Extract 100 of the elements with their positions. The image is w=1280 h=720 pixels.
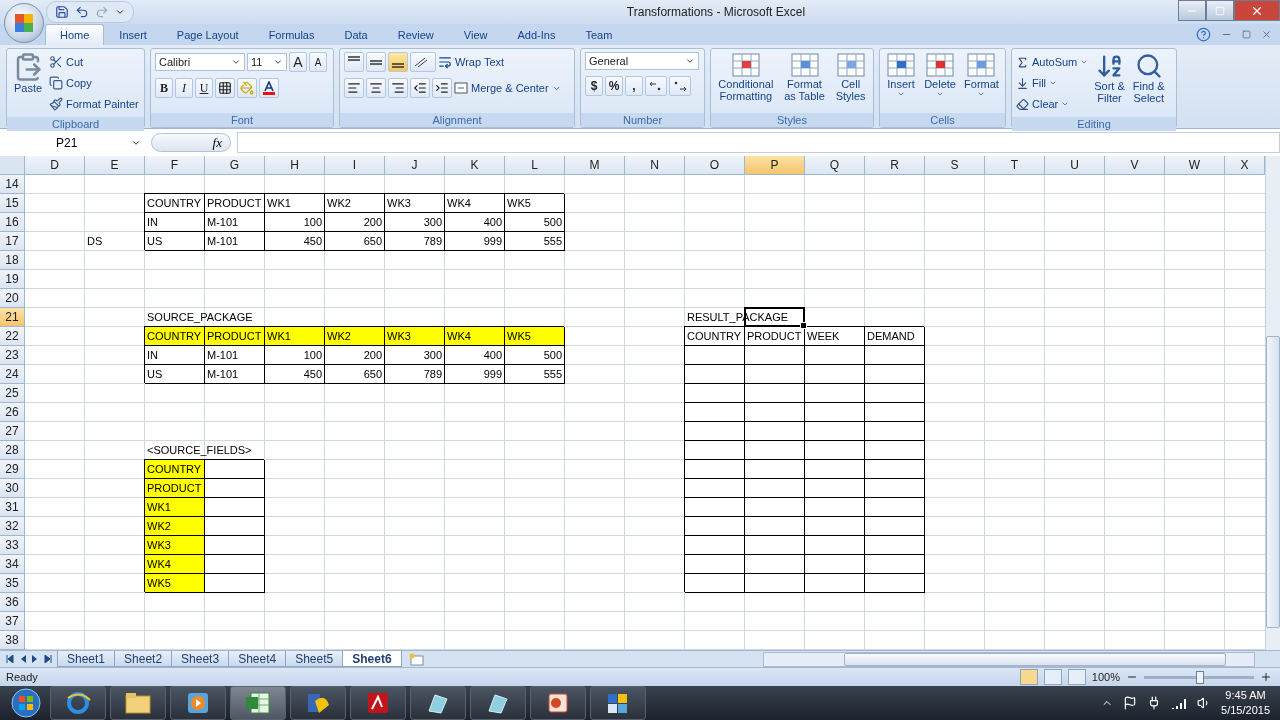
clipboard-button[interactable]: Format Painter [49, 94, 139, 115]
clipboard-button[interactable]: Copy [49, 73, 139, 94]
table-cell[interactable] [805, 574, 865, 594]
row-header[interactable]: 30 [0, 479, 25, 499]
row-header[interactable]: 17 [0, 232, 25, 252]
table-cell[interactable]: M-101 [205, 232, 265, 252]
cells-button[interactable]: Format [962, 52, 1001, 99]
column-header[interactable]: N [625, 156, 685, 176]
borders-button[interactable] [215, 78, 235, 99]
taskbar-button[interactable] [410, 686, 466, 720]
row-header[interactable]: 32 [0, 517, 25, 537]
decrease-indent-button[interactable] [410, 78, 430, 99]
font-style-button[interactable]: U [195, 78, 213, 99]
editing-button[interactable]: AutoSum [1016, 52, 1089, 73]
column-header[interactable]: E [85, 156, 145, 176]
table-cell[interactable]: 555 [505, 232, 565, 252]
cells-button[interactable]: Insert [884, 52, 919, 99]
first-sheet-icon[interactable] [6, 655, 14, 664]
table-cell[interactable]: 650 [325, 232, 385, 252]
wrap-text-button[interactable]: Wrap Text [438, 52, 505, 73]
ribbon-tab[interactable]: Page Layout [161, 24, 254, 46]
column-header[interactable]: D [25, 156, 85, 176]
sheet-tab[interactable]: Sheet6 [342, 651, 402, 668]
row-header[interactable]: 35 [0, 574, 25, 594]
ribbon-tab[interactable]: Home [45, 24, 105, 46]
font-color-button[interactable] [259, 78, 279, 99]
row-header[interactable]: 18 [0, 251, 25, 271]
vertical-align-button[interactable] [344, 52, 364, 73]
table-cell[interactable]: 789 [385, 365, 445, 385]
merge-center-button[interactable]: Merge & Center [454, 78, 561, 99]
name-box[interactable]: P21 [0, 133, 145, 153]
row-header[interactable]: 27 [0, 422, 25, 442]
row-header[interactable]: 26 [0, 403, 25, 423]
column-header[interactable]: T [985, 156, 1045, 176]
row-header[interactable]: 19 [0, 270, 25, 290]
sheet-tab[interactable]: Sheet3 [171, 651, 230, 668]
column-header[interactable]: X [1225, 156, 1265, 176]
table-cell[interactable] [685, 574, 745, 594]
table-cell[interactable]: 999 [445, 365, 505, 385]
taskbar-button[interactable] [110, 686, 166, 720]
formula-field[interactable] [237, 132, 1280, 154]
align-right-button[interactable] [388, 78, 408, 99]
ribbon-tab[interactable]: Insert [104, 24, 162, 46]
office-button[interactable] [4, 3, 44, 43]
number-format-field[interactable]: General [585, 52, 699, 71]
column-header[interactable]: H [265, 156, 325, 176]
editing-button[interactable]: Sort & Filter [1092, 52, 1127, 105]
previous-sheet-icon[interactable] [20, 655, 26, 664]
number-format-button[interactable]: , [625, 76, 643, 97]
row-header[interactable]: 20 [0, 289, 25, 309]
table-cell[interactable]: 450 [265, 232, 325, 252]
table-cell[interactable] [205, 574, 265, 594]
column-header[interactable]: V [1105, 156, 1165, 176]
table-cell[interactable]: M-101 [205, 365, 265, 385]
table-cell[interactable] [745, 574, 805, 594]
fill-color-button[interactable] [237, 78, 257, 99]
table-cell[interactable] [865, 574, 925, 594]
shrink-font-button[interactable]: A [309, 52, 327, 73]
column-header[interactable]: L [505, 156, 565, 176]
column-header[interactable]: J [385, 156, 445, 176]
ribbon-tab[interactable]: Add-Ins [502, 24, 571, 46]
maximize-button[interactable] [1206, 0, 1234, 21]
fill-handle[interactable] [800, 322, 807, 330]
column-header[interactable]: W [1165, 156, 1225, 176]
table-cell[interactable]: WK5 [145, 574, 205, 594]
row-header[interactable]: 21 [0, 308, 25, 328]
close-icon[interactable] [1261, 29, 1272, 41]
sheet-tab[interactable]: Sheet2 [114, 651, 173, 668]
font-name-field[interactable]: Calibri [155, 53, 245, 72]
clipboard-button[interactable]: Cut [49, 52, 139, 73]
sheet-tab[interactable]: Sheet4 [228, 651, 287, 668]
slider-thumb[interactable] [1196, 670, 1204, 684]
row-header[interactable]: 23 [0, 346, 25, 366]
table-cell[interactable]: 450 [265, 365, 325, 385]
taskbar-button[interactable] [350, 686, 406, 720]
ribbon-tab[interactable]: View [448, 24, 503, 46]
paste-button[interactable]: Paste [11, 52, 45, 95]
row-header[interactable]: 25 [0, 384, 25, 404]
column-header[interactable]: M [565, 156, 625, 176]
styles-button[interactable]: Format as Table [782, 52, 827, 103]
clock[interactable]: 9:45 AM 5/15/2015 [1221, 688, 1270, 718]
table-cell[interactable]: <SOURCE_FIELDS> [145, 441, 254, 461]
align-center-button[interactable] [366, 78, 386, 99]
row-header[interactable]: 38 [0, 631, 25, 651]
insert-function-button[interactable]: fx [151, 133, 231, 153]
styles-button[interactable]: Cell Styles [833, 52, 868, 103]
column-header[interactable]: R [865, 156, 925, 176]
save-icon[interactable] [55, 5, 69, 20]
editing-button[interactable]: Fill [1016, 73, 1089, 94]
align-left-button[interactable] [344, 78, 364, 99]
taskbar-button[interactable] [170, 686, 226, 720]
font-style-button[interactable]: B [155, 78, 173, 99]
column-header[interactable]: S [925, 156, 985, 176]
font-style-button[interactable]: I [175, 78, 193, 99]
column-header[interactable]: Q [805, 156, 865, 176]
table-cell[interactable]: 555 [505, 365, 565, 385]
ribbon-tab[interactable]: Team [570, 24, 628, 46]
last-sheet-icon[interactable] [44, 655, 52, 664]
ribbon-tab[interactable]: Data [329, 24, 383, 46]
grow-font-button[interactable]: A [289, 52, 307, 73]
